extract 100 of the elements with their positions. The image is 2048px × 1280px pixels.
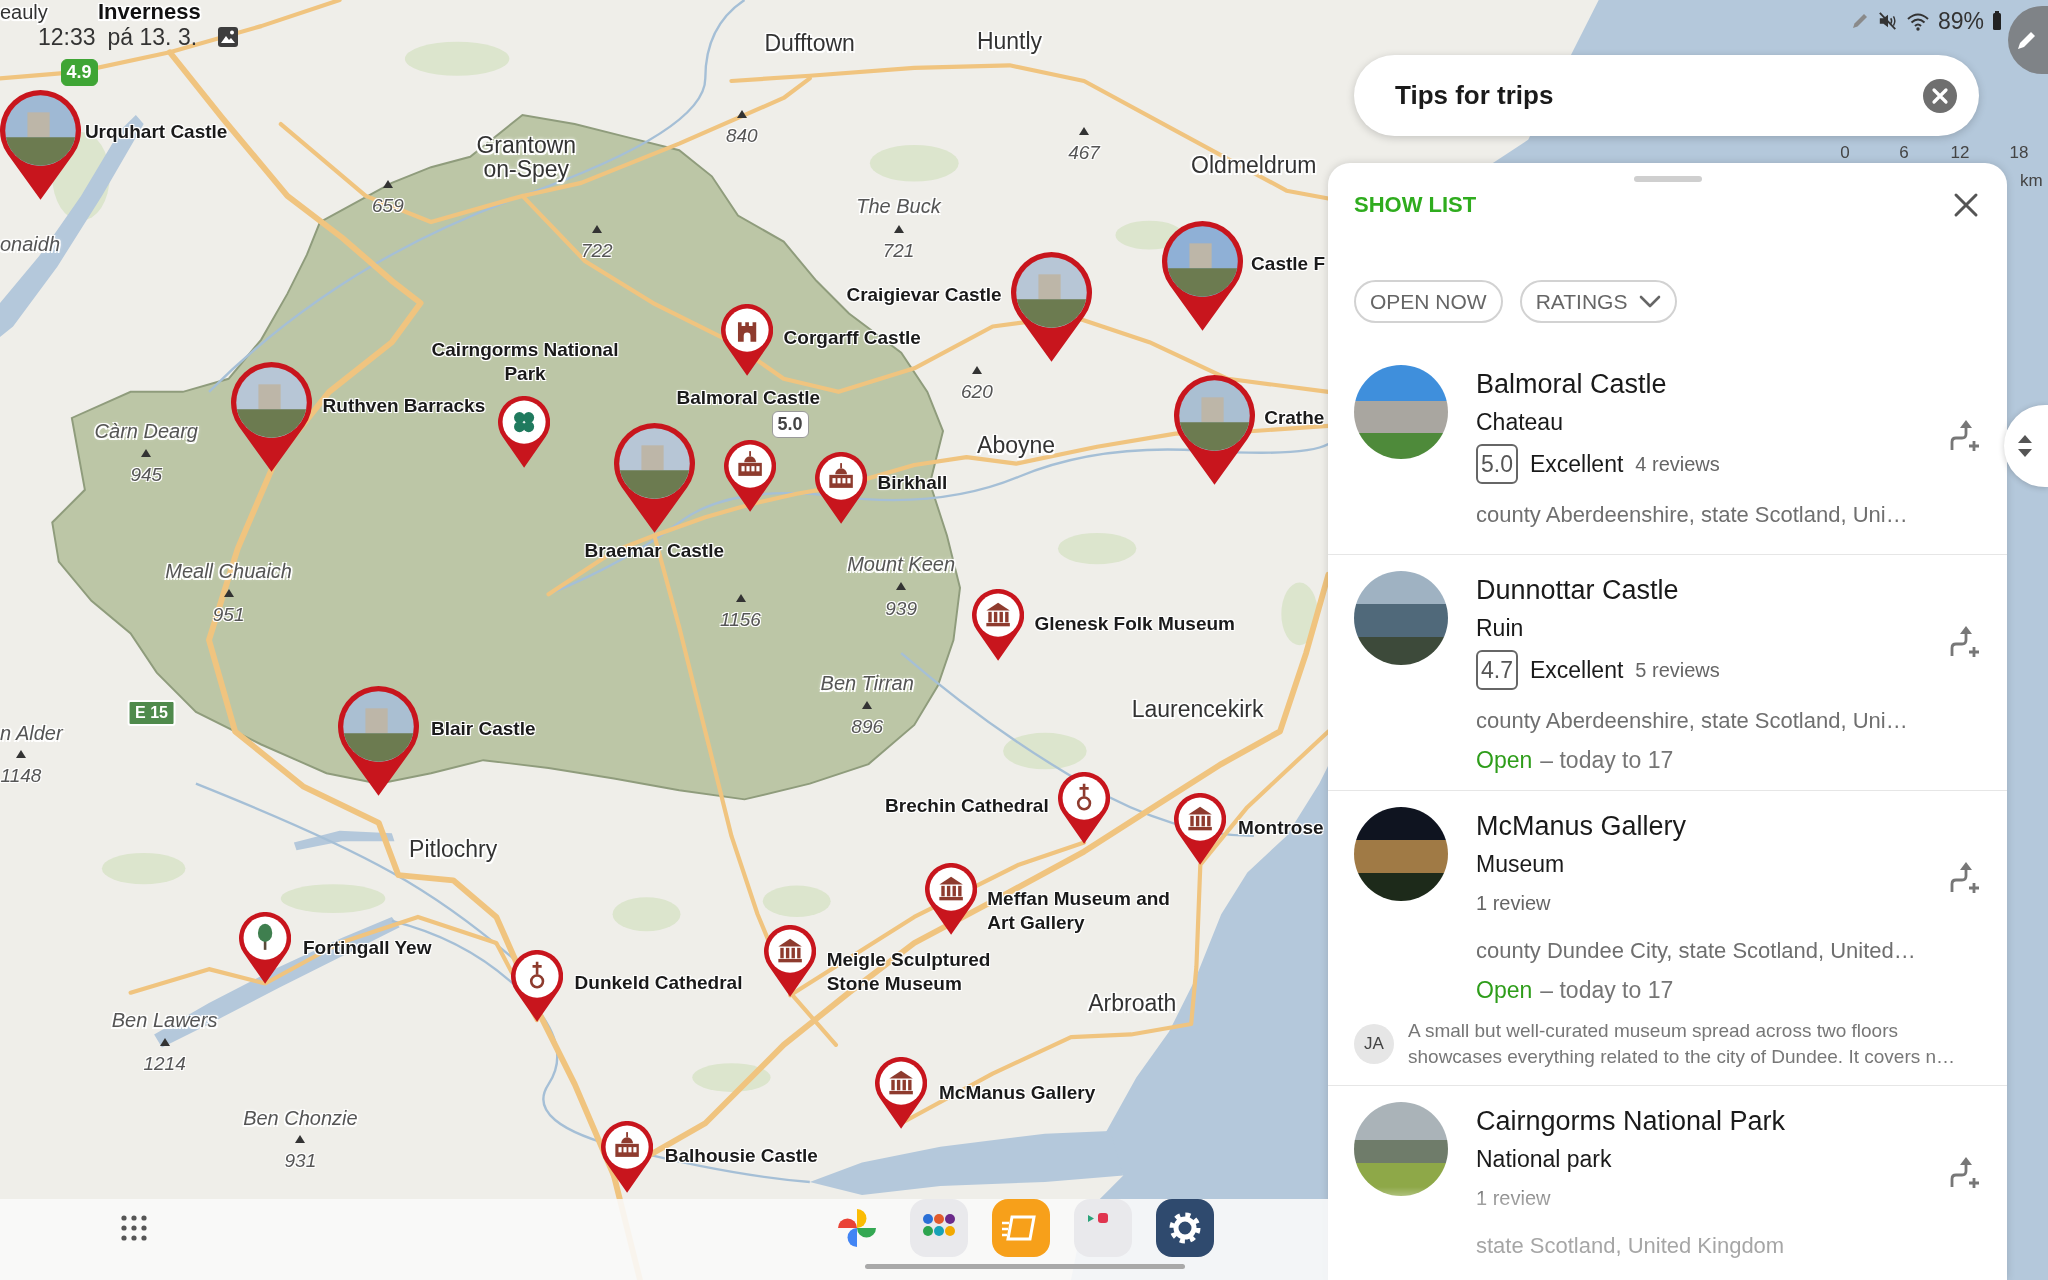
place-label: Ruthven Barracks bbox=[322, 394, 486, 419]
peak-icon bbox=[295, 1134, 306, 1143]
map-pin[interactable] bbox=[971, 589, 1024, 663]
map-pin[interactable] bbox=[723, 440, 776, 514]
map-pin[interactable] bbox=[1174, 792, 1227, 866]
search-field[interactable]: Tips for trips bbox=[1354, 55, 1979, 136]
town-label: Pitlochry bbox=[409, 836, 498, 861]
peak-icon bbox=[1079, 126, 1089, 135]
app-folder-icon[interactable] bbox=[910, 1199, 968, 1257]
elevation-label: 659 bbox=[372, 194, 404, 219]
scale-label: 0 bbox=[1840, 144, 1850, 162]
app-grid-icon[interactable] bbox=[120, 1214, 148, 1242]
peak-label: The Buck bbox=[856, 194, 941, 219]
palace-icon bbox=[615, 1131, 639, 1157]
chevron-down-icon bbox=[1639, 294, 1662, 309]
place-name: Dunnottar Castle bbox=[1476, 574, 1680, 607]
elevation-label: 721 bbox=[882, 238, 915, 263]
elevation-label: 951 bbox=[212, 603, 245, 628]
mute-icon bbox=[1877, 11, 1898, 31]
scale-label: 18 bbox=[2009, 144, 2029, 162]
palace-icon bbox=[829, 463, 853, 488]
close-icon bbox=[1953, 192, 1979, 218]
place-label: Birkhall bbox=[877, 471, 948, 496]
peak-icon bbox=[223, 588, 234, 597]
rating-score: 5.0 bbox=[1476, 444, 1518, 484]
place-label: Craigievar Castle bbox=[846, 283, 1002, 308]
peak-label: Mount Keen bbox=[847, 552, 955, 577]
map-pin[interactable] bbox=[924, 863, 977, 937]
map-pin[interactable] bbox=[231, 361, 313, 472]
woodland-area bbox=[1281, 582, 1318, 646]
elevation-label: 1148 bbox=[0, 763, 42, 788]
museum-icon bbox=[986, 602, 1010, 627]
place-type: Ruin bbox=[1476, 614, 1525, 643]
review-count: 4 reviews bbox=[1635, 452, 1720, 476]
scale-label: 12 bbox=[1950, 144, 1970, 162]
place-address: state Scotland, United Kingdom bbox=[1476, 1232, 1786, 1260]
peak-icon bbox=[896, 582, 907, 591]
elevation-label: 722 bbox=[580, 238, 613, 263]
review-count: 1 review bbox=[1476, 1186, 1551, 1210]
map-pin[interactable] bbox=[1174, 374, 1256, 485]
map-pin[interactable] bbox=[338, 685, 420, 796]
museum-icon bbox=[889, 1070, 913, 1094]
map-pin[interactable] bbox=[0, 90, 81, 201]
map-pin[interactable] bbox=[1010, 252, 1092, 362]
map-pin[interactable] bbox=[239, 911, 292, 985]
peak-label: n Alder bbox=[0, 720, 63, 745]
scale-label: 6 bbox=[1899, 144, 1909, 162]
map-pin[interactable] bbox=[815, 451, 868, 525]
rating-badge: 5.0 bbox=[771, 411, 809, 439]
town-label: Grantown on-Spey bbox=[475, 133, 578, 181]
open-status: Open bbox=[1476, 746, 1533, 775]
peak-label: onaidh bbox=[0, 232, 61, 257]
app-folder-icon[interactable] bbox=[1074, 1199, 1132, 1257]
settings-icon[interactable] bbox=[1156, 1199, 1214, 1257]
castle-icon bbox=[737, 322, 757, 343]
place-label: Dunkeld Cathedral bbox=[574, 971, 743, 996]
town-label: Inverness bbox=[98, 0, 201, 24]
church-icon bbox=[1076, 782, 1092, 811]
author-avatar: JA bbox=[1354, 1024, 1394, 1064]
peak-icon bbox=[591, 224, 602, 233]
map-pin[interactable] bbox=[600, 1120, 653, 1194]
peak-icon bbox=[893, 224, 904, 233]
place-label: Corgarff Castle bbox=[783, 326, 921, 351]
pinwheel-app-icon[interactable] bbox=[838, 1209, 876, 1247]
filter-chip[interactable]: OPEN NOW bbox=[1354, 280, 1503, 323]
clear-button[interactable] bbox=[1923, 78, 1957, 113]
rating-verdict: Excellent bbox=[1530, 450, 1624, 478]
place-type: Museum bbox=[1476, 850, 1566, 879]
up-down-arrows-icon bbox=[2016, 433, 2034, 459]
map-pin[interactable] bbox=[720, 304, 774, 378]
drag-handle[interactable] bbox=[1633, 176, 1702, 182]
filter-chip[interactable]: RATINGS bbox=[1519, 280, 1678, 323]
place-photo bbox=[1016, 257, 1087, 328]
elevation-label: 1214 bbox=[143, 1052, 186, 1077]
show-list-button[interactable]: SHOW LIST bbox=[1354, 191, 1477, 219]
place-address: county Aberdeenshire, state Scotland, Uni… bbox=[1476, 501, 1909, 529]
peak-label: Càrn Dearg bbox=[94, 419, 198, 443]
map-pin[interactable] bbox=[1162, 220, 1244, 331]
peak-icon bbox=[159, 1038, 170, 1047]
map-pin[interactable] bbox=[510, 949, 563, 1023]
rating-score: 4.7 bbox=[1476, 650, 1518, 690]
map-pin[interactable] bbox=[613, 423, 695, 534]
close-button[interactable] bbox=[1953, 192, 1979, 218]
map-pin[interactable] bbox=[1057, 771, 1111, 845]
place-photo bbox=[343, 690, 414, 762]
place-label: Montrose bbox=[1238, 816, 1324, 840]
place-type: Chateau bbox=[1476, 408, 1564, 437]
place-photo bbox=[236, 367, 307, 438]
review-text: A small but well-curated museum spread across two floors showcases everything related to the city of Dundee. It covers n… bbox=[1408, 1019, 1957, 1069]
map-pin[interactable] bbox=[497, 395, 550, 469]
map-pin[interactable] bbox=[764, 924, 817, 998]
review-count: 5 reviews bbox=[1635, 658, 1720, 682]
place-label: Fortingall Yew bbox=[303, 936, 432, 961]
status-time: 12:33 bbox=[38, 24, 96, 50]
elevation-label: 896 bbox=[851, 715, 884, 740]
peak-icon bbox=[16, 749, 26, 758]
elevation-label: 939 bbox=[885, 596, 917, 621]
map-pin[interactable] bbox=[875, 1056, 928, 1130]
tree-icon bbox=[257, 923, 273, 950]
place-name: Balmoral Castle bbox=[1476, 368, 1668, 401]
